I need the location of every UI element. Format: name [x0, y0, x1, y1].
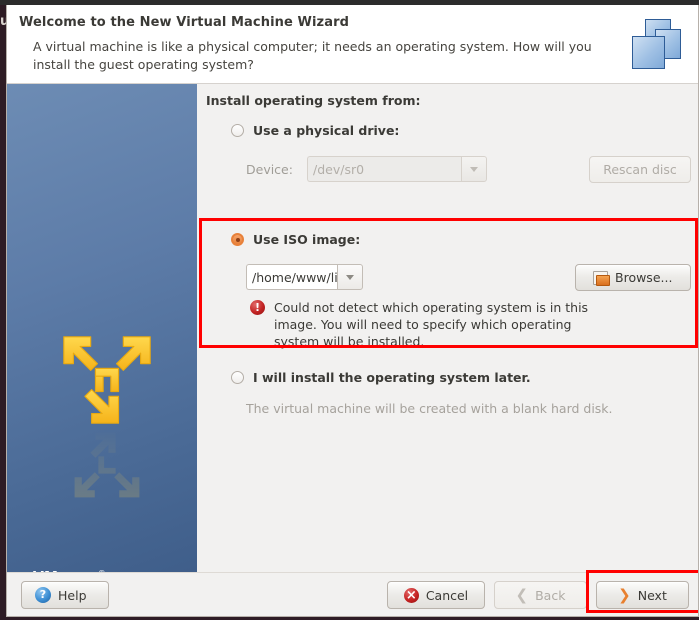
browse-label: Browse...	[615, 270, 673, 285]
radio-physical-drive-label: Use a physical drive:	[253, 123, 400, 138]
back-button[interactable]: ❮ Back	[494, 581, 587, 609]
cancel-button[interactable]: Cancel	[387, 581, 485, 609]
page-subtitle: A virtual machine is like a physical com…	[33, 39, 592, 72]
os-detection-warning-text: Could not detect which operating system …	[274, 300, 589, 349]
device-label: Device:	[246, 162, 293, 177]
browse-button[interactable]: Browse...	[575, 264, 691, 291]
os-detection-warning: Could not detect which operating system …	[250, 299, 594, 350]
install-later-hint: The virtual machine will be created with…	[246, 401, 613, 416]
chevron-right-icon: ❯	[618, 585, 631, 604]
chevron-down-icon[interactable]	[337, 264, 363, 290]
iso-path-input[interactable]: /home/www/linux/custom-backup-ubuntu	[246, 264, 337, 290]
folder-open-icon	[593, 271, 610, 286]
wizard-footer: Help Cancel ❮ Back ❯ Next	[7, 570, 698, 616]
vmware-arrows-logo	[63, 336, 151, 424]
radio-iso-image-label: Use ISO image:	[253, 232, 361, 247]
wizard-main-panel: Install operating system from: Use a phy…	[197, 84, 698, 573]
stacked-squares-icon	[628, 19, 684, 75]
rescan-disc-label: Rescan disc	[603, 162, 677, 177]
rescan-disc-button[interactable]: Rescan disc	[589, 156, 691, 183]
radio-use-physical-drive[interactable]: Use a physical drive:	[231, 123, 399, 138]
radio-install-later-indicator[interactable]	[231, 371, 244, 384]
radio-install-later-label: I will install the operating system late…	[253, 370, 531, 385]
device-combobox[interactable]: /dev/sr0	[307, 156, 487, 182]
wizard-header: Welcome to the New Virtual Machine Wizar…	[7, 5, 698, 84]
back-label: Back	[535, 587, 566, 603]
vmware-logo-reflection	[74, 432, 140, 498]
cancel-label: Cancel	[425, 587, 469, 603]
iso-path-combobox[interactable]: /home/www/linux/custom-backup-ubuntu	[246, 264, 363, 290]
page-title: Welcome to the New Virtual Machine Wizar…	[19, 15, 349, 30]
question-circle-icon	[35, 587, 51, 603]
device-combobox-value[interactable]: /dev/sr0	[307, 156, 461, 182]
wizard-body: VMware® Player 4 Install operating syste…	[7, 84, 698, 573]
chevron-left-icon: ❮	[515, 585, 529, 604]
next-button[interactable]: ❯ Next	[596, 581, 689, 609]
help-label: Help	[58, 587, 87, 603]
radio-iso-image-indicator[interactable]	[231, 233, 244, 246]
new-virtual-machine-wizard-window: Welcome to the New Virtual Machine Wizar…	[6, 5, 699, 617]
section-title: Install operating system from:	[206, 93, 421, 108]
radio-install-later[interactable]: I will install the operating system late…	[231, 370, 531, 385]
wizard-sidebar: VMware® Player 4	[7, 84, 197, 573]
radio-physical-drive-indicator[interactable]	[231, 124, 244, 137]
error-exclamation-icon	[250, 299, 265, 316]
next-label: Next	[637, 587, 667, 603]
chevron-down-icon[interactable]	[461, 156, 487, 182]
radio-use-iso-image[interactable]: Use ISO image:	[231, 232, 360, 247]
help-button[interactable]: Help	[21, 581, 109, 609]
cancel-circle-icon	[403, 587, 419, 604]
